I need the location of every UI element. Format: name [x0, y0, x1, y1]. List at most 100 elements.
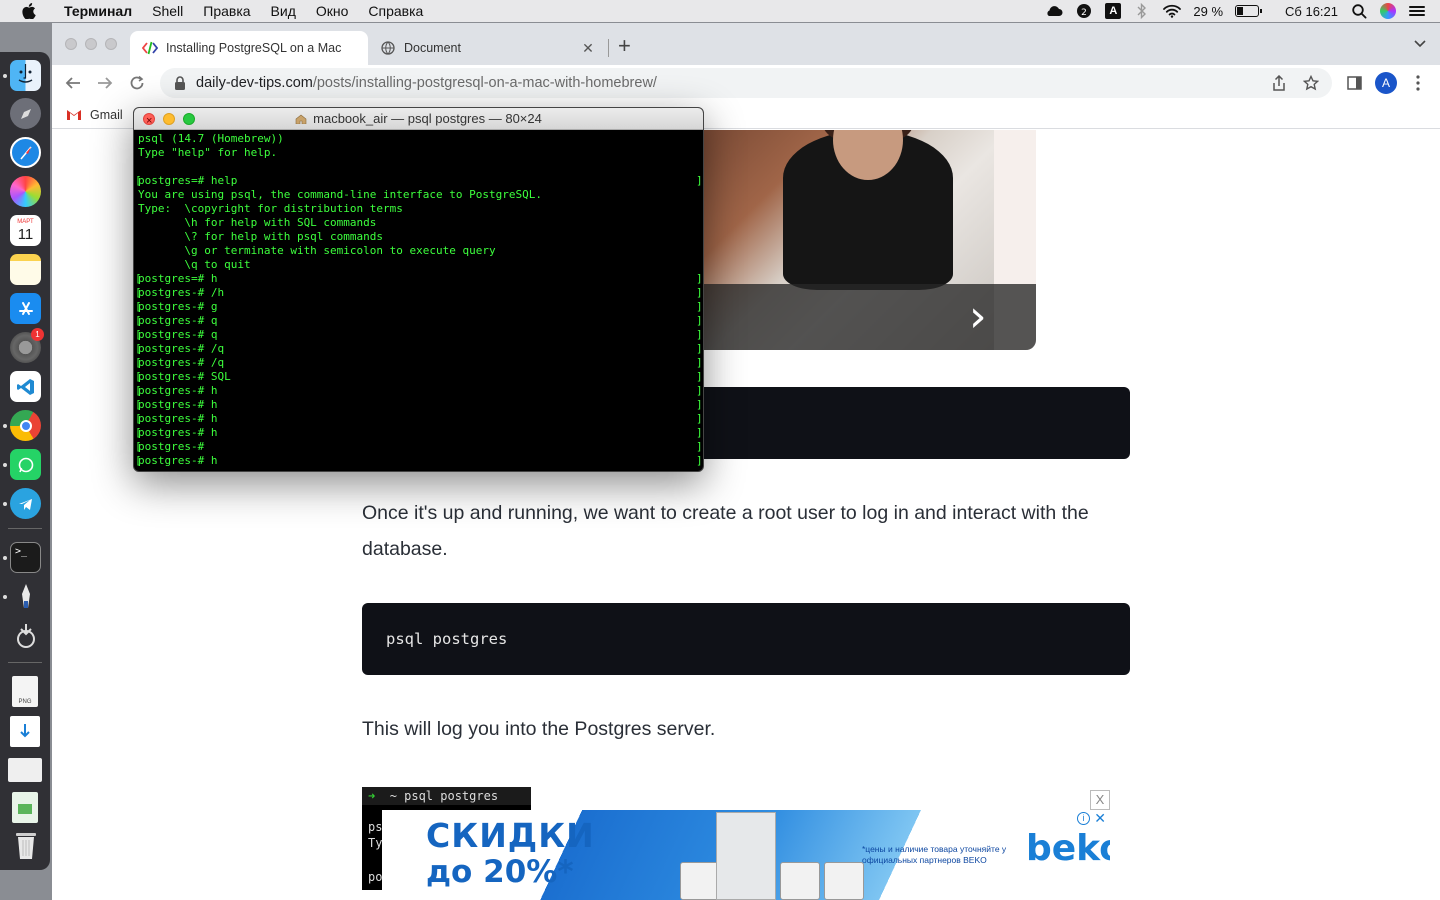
- running-indicator: [3, 74, 7, 78]
- whatsapp-icon[interactable]: [10, 449, 41, 480]
- ad-close-button[interactable]: X: [1090, 790, 1110, 810]
- terminal-close-button[interactable]: [143, 110, 155, 132]
- menu-bar: Терминал Shell Правка Вид Окно Справка 2…: [0, 0, 1440, 22]
- app-store-icon[interactable]: [10, 293, 41, 324]
- running-indicator: [3, 463, 7, 467]
- calendar-icon[interactable]: МАРТ 11: [10, 215, 41, 246]
- tab-close-icon[interactable]: ✕: [580, 40, 596, 57]
- reload-icon[interactable]: [126, 72, 148, 94]
- creative-cloud-icon[interactable]: 2: [1075, 3, 1093, 19]
- share-icon[interactable]: [1270, 74, 1288, 92]
- article-image-carousel: ›: [703, 130, 1036, 350]
- ad-disclaimer: *цены и наличие товара уточняйте у офици…: [862, 844, 1007, 865]
- running-indicator: [3, 502, 7, 506]
- safari-icon[interactable]: [10, 137, 41, 168]
- calendar-month: МАРТ: [17, 219, 34, 225]
- installer-file-icon[interactable]: [10, 716, 40, 747]
- terminal-line: \q to quit: [138, 258, 251, 271]
- ad-dismiss-icon[interactable]: ✕: [1094, 810, 1106, 827]
- bluetooth-icon[interactable]: [1133, 3, 1151, 19]
- photos-icon[interactable]: [10, 176, 41, 207]
- terminal-line: postgres-# /q: [135, 342, 703, 356]
- dock-separator: [8, 528, 42, 529]
- carousel-next-chevron-icon[interactable]: ›: [969, 290, 987, 344]
- screenshot-icon[interactable]: [10, 620, 41, 651]
- code-text: psql postgres: [386, 630, 508, 648]
- window-minimize-button[interactable]: [85, 38, 97, 50]
- terminal-line: postgres-# /h: [135, 286, 703, 300]
- menu-edit[interactable]: Правка: [193, 0, 260, 22]
- profile-avatar[interactable]: A: [1375, 72, 1397, 94]
- terminal-line: You are using psql, the command-line int…: [138, 188, 542, 201]
- terminal-line: \h for help with SQL commands: [138, 216, 377, 229]
- more-menu-icon[interactable]: [1407, 72, 1429, 94]
- terminal-line: postgres=# h: [135, 272, 703, 286]
- terminal-window[interactable]: macbook_air — psql postgres — 80×24 psql…: [133, 107, 704, 472]
- menu-app-name[interactable]: Терминал: [54, 0, 142, 22]
- wifi-icon[interactable]: [1163, 3, 1182, 19]
- spotlight-search-icon[interactable]: [1350, 3, 1368, 19]
- finder-icon[interactable]: [10, 60, 41, 91]
- window-close-button[interactable]: [65, 38, 77, 50]
- bookmark-star-icon[interactable]: [1302, 74, 1320, 92]
- terminal-minimize-button[interactable]: [163, 113, 175, 125]
- new-tab-plus-icon[interactable]: +: [618, 35, 631, 57]
- menu-window[interactable]: Окно: [306, 0, 359, 22]
- lock-icon[interactable]: [174, 76, 186, 90]
- svg-text:2: 2: [1082, 8, 1088, 18]
- url-host: daily-dev-tips.com: [196, 75, 313, 91]
- clock[interactable]: Сб 16:21: [1285, 4, 1338, 19]
- bookmark-gmail[interactable]: Gmail: [90, 108, 123, 122]
- tab-search-chevron-icon[interactable]: [1414, 37, 1426, 51]
- home-folder-icon: [295, 114, 307, 124]
- numbers-file-icon[interactable]: [12, 792, 38, 823]
- tab-active[interactable]: Installing PostgreSQL on a Mac: [130, 31, 368, 65]
- forward-arrow-icon[interactable]: [94, 72, 116, 94]
- siri-icon[interactable]: [1380, 3, 1396, 19]
- advertisement-banner[interactable]: СКИДКИ до 20%* *цены и наличие товара ут…: [382, 810, 1110, 900]
- gmail-icon: [66, 107, 82, 123]
- terminal-line: postgres-# SQL: [135, 370, 703, 384]
- system-preferences-icon[interactable]: 1: [10, 328, 44, 363]
- tab-document[interactable]: Document ✕: [368, 31, 604, 65]
- terminal-title-bar[interactable]: macbook_air — psql postgres — 80×24: [134, 108, 703, 132]
- menu-help[interactable]: Справка: [358, 0, 433, 22]
- apple-icon[interactable]: [18, 3, 40, 19]
- terminal-icon[interactable]: >_: [10, 542, 41, 573]
- window-zoom-button[interactable]: [105, 38, 117, 50]
- terminal-zoom-button[interactable]: [183, 113, 195, 125]
- notes-icon[interactable]: [10, 254, 41, 285]
- address-bar[interactable]: daily-dev-tips.com/posts/installing-post…: [160, 68, 1332, 98]
- telegram-icon[interactable]: [10, 488, 41, 519]
- ad-info-icon[interactable]: i: [1077, 812, 1090, 825]
- terminal-line: \? for help with psql commands: [138, 230, 384, 243]
- article-paragraph: This will log you into the Postgres serv…: [362, 718, 716, 740]
- cloud-app-icon[interactable]: [1045, 3, 1063, 19]
- menu-view[interactable]: Вид: [261, 0, 306, 22]
- terminal-line: postgres-# g: [135, 300, 703, 314]
- terminal-output[interactable]: psql (14.7 (Homebrew)) Type "help" for he…: [134, 130, 703, 470]
- png-file-icon[interactable]: PNG: [12, 676, 38, 707]
- chrome-icon[interactable]: [10, 410, 41, 441]
- menu-shell[interactable]: Shell: [142, 0, 193, 22]
- calendar-day: 11: [17, 226, 34, 243]
- chrome-file-icon[interactable]: [8, 758, 42, 782]
- back-arrow-icon[interactable]: [62, 72, 84, 94]
- tab-title: Document: [404, 41, 461, 55]
- status-area: 2 A 29 % Сб 16:21: [1045, 3, 1440, 19]
- terminal-line: postgres-# h: [135, 384, 703, 398]
- terminal-line: postgres-# q: [135, 314, 703, 328]
- vscode-icon[interactable]: [10, 371, 41, 402]
- article-paragraph: Once it's up and running, we want to cre…: [362, 502, 1089, 560]
- side-panel-icon[interactable]: [1343, 72, 1365, 94]
- battery-icon[interactable]: [1235, 5, 1263, 17]
- pen-tool-icon[interactable]: [10, 581, 41, 612]
- control-center-icon[interactable]: [1408, 3, 1426, 19]
- battery-percent: 29 %: [1193, 3, 1224, 19]
- terminal-line: postgres=# help: [135, 174, 703, 188]
- launchpad-icon[interactable]: [10, 98, 41, 129]
- keyboard-layout-icon[interactable]: A: [1105, 3, 1122, 19]
- trash-icon[interactable]: [10, 830, 41, 861]
- tab-title: Installing PostgreSQL on a Mac: [166, 41, 342, 55]
